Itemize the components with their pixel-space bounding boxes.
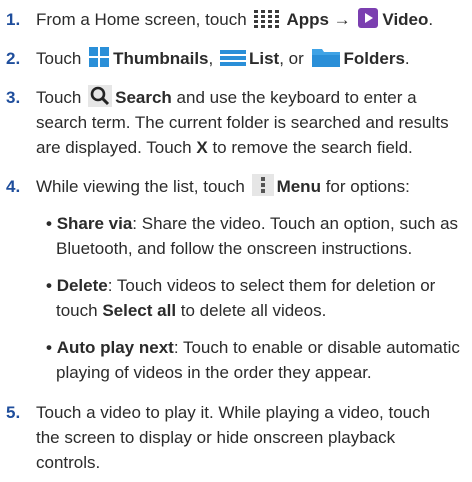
- step-number: 5.: [6, 403, 21, 422]
- bullet-term: Delete: [56, 276, 108, 295]
- bullet-text: : Touch to enable or disable automatic: [173, 338, 460, 357]
- step-text: While viewing the list, touch: [36, 177, 245, 196]
- video-play-icon: [357, 7, 379, 36]
- thumbnails-icon: [88, 46, 110, 75]
- bullet-term: Auto play next: [56, 338, 174, 357]
- bullet-dot: •: [46, 214, 52, 233]
- folders-label: Folders: [343, 49, 405, 68]
- apps-label: Apps: [286, 10, 329, 29]
- list-icon: [219, 48, 246, 75]
- step-text: and use the keyboard to enter a: [176, 88, 417, 107]
- step-text: Touch: [36, 88, 82, 107]
- bullet-dot: •: [46, 338, 52, 357]
- bullet-text: : Touch videos to select them for deleti…: [107, 276, 436, 295]
- step-body: Touch Search and use the keyboard to ent…: [36, 85, 466, 160]
- step-text: are displayed. Touch: [36, 138, 192, 157]
- bullet-body: • Auto play next: Touch to enable or dis…: [46, 335, 466, 385]
- thumbnails-label: Thumbnails: [113, 49, 209, 68]
- instruction-page: 1. From a Home screen, touch Apps → Vide…: [0, 0, 472, 482]
- search-label: Search: [115, 88, 172, 107]
- list-label: List: [248, 49, 280, 68]
- step-text: for options:: [325, 177, 410, 196]
- step-body: Touch Thumbnails, List, or Folders.: [36, 46, 466, 71]
- step-body: From a Home screen, touch Apps → Video.: [36, 7, 466, 32]
- bullet-term: Share via: [56, 214, 133, 233]
- step-text: From a Home screen, touch: [36, 10, 247, 29]
- select-all-label: Select all: [102, 301, 177, 320]
- step-body: Touch a video to play it. While playing …: [36, 400, 466, 475]
- bullet-text: touch: [56, 301, 98, 320]
- comma: ,: [208, 49, 214, 68]
- step-number: 1.: [6, 10, 21, 29]
- step-text: to remove the search field.: [212, 138, 413, 157]
- step-text-line: Touch a video to play it. While playing …: [36, 403, 431, 422]
- bullet-body: • Delete: Touch videos to select them fo…: [46, 273, 466, 323]
- folder-icon: [311, 46, 341, 75]
- bullet-text: to delete all videos.: [180, 301, 327, 320]
- or-text: , or: [279, 49, 304, 68]
- step-body: While viewing the list, touch Menu for o…: [36, 174, 466, 199]
- step-text-line: controls.: [36, 453, 101, 472]
- bullet-dot: •: [46, 276, 52, 295]
- step-number: 3.: [6, 88, 21, 107]
- bullet-text-line: playing of videos in the order they appe…: [56, 363, 372, 382]
- menu-label: Menu: [276, 177, 321, 196]
- step-number: 4.: [6, 177, 21, 196]
- step-text: Touch: [36, 49, 82, 68]
- menu-dots-icon: [251, 174, 274, 203]
- video-label: Video: [382, 10, 429, 29]
- period: .: [404, 49, 410, 68]
- period: .: [428, 10, 434, 29]
- x-label: X: [196, 138, 208, 157]
- step-number: 2.: [6, 49, 21, 68]
- bullet-text: : Share the video. Touch an option, such…: [132, 214, 459, 233]
- step-text-line: the screen to display or hide onscreen p…: [36, 428, 396, 447]
- step-text-line: search term. The current folder is searc…: [36, 113, 449, 132]
- arrow: →: [333, 10, 351, 29]
- apps-grid-icon: [253, 9, 283, 36]
- bullet-text-line: Bluetooth, and follow the onscreen instr…: [56, 239, 413, 258]
- bullet-body: • Share via: Share the video. Touch an o…: [46, 211, 466, 261]
